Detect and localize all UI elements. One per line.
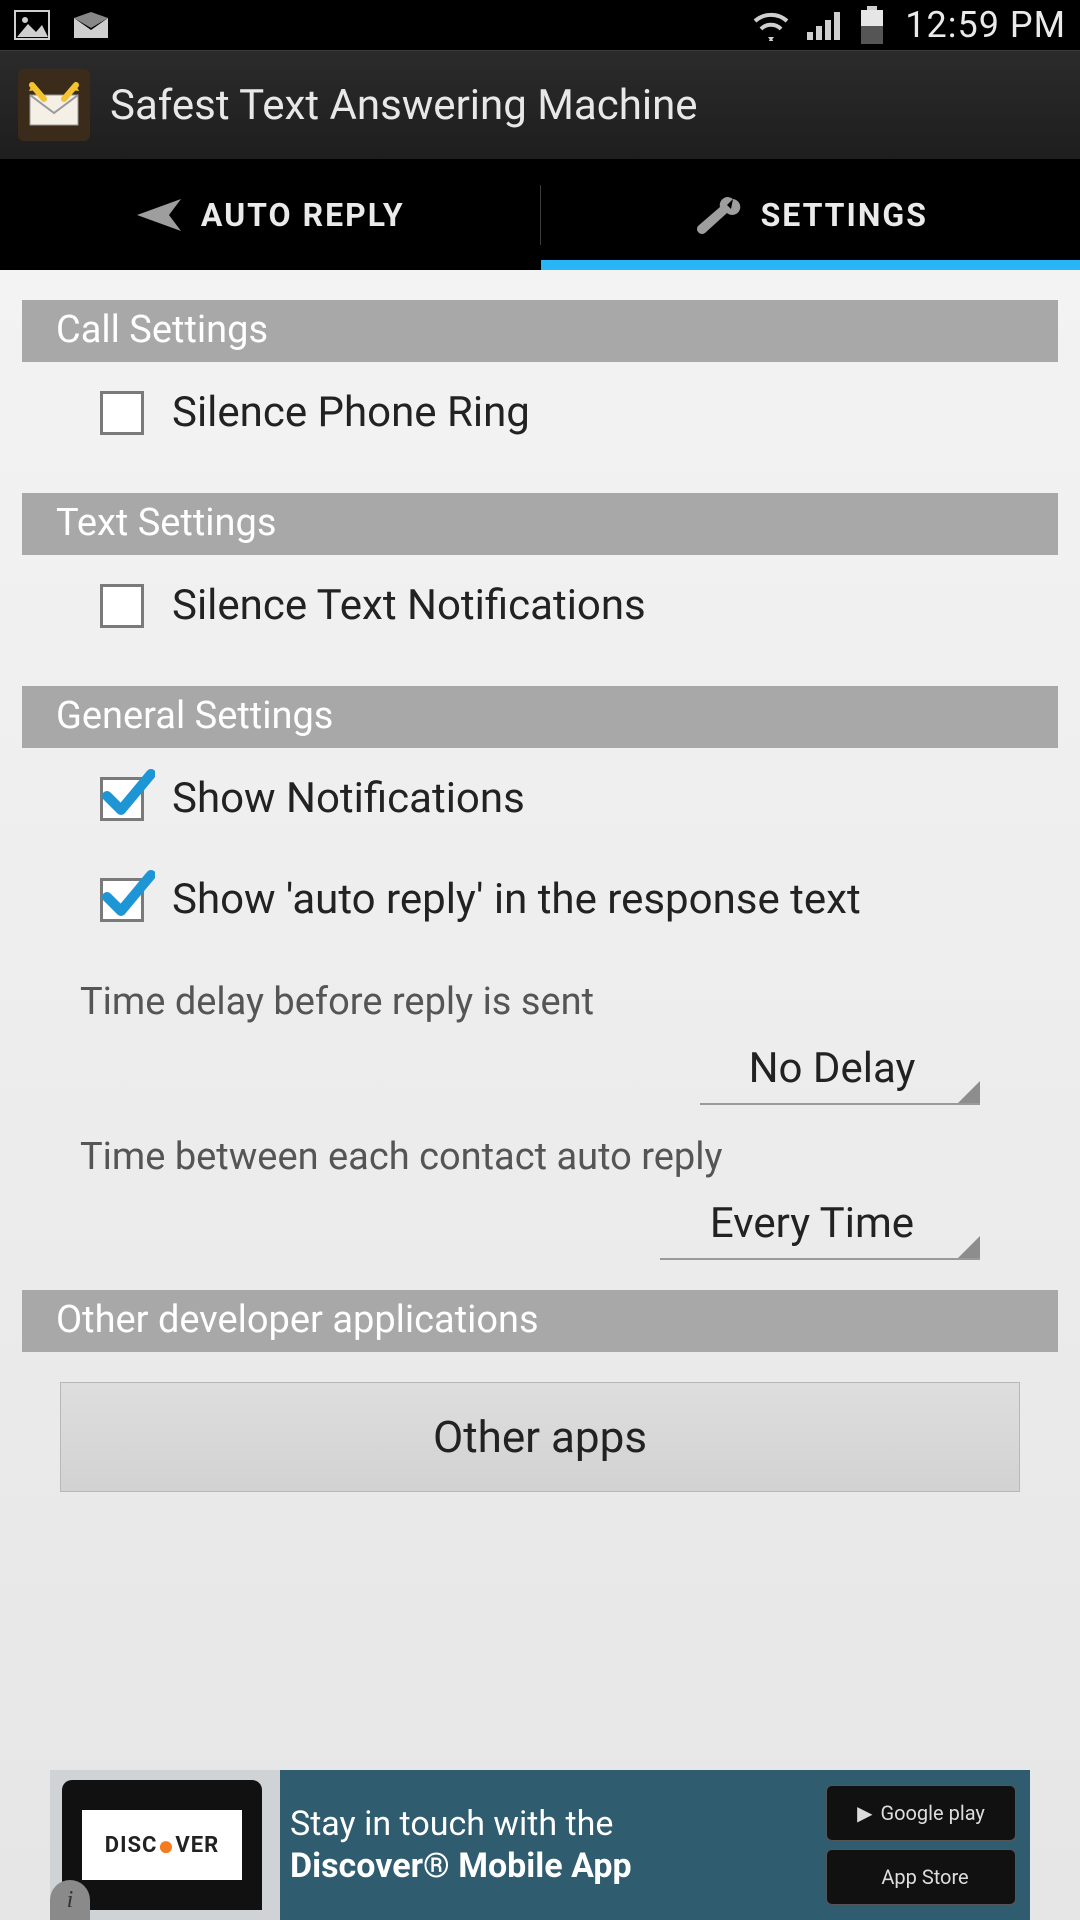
row-label: Silence Text Notifications [172, 581, 646, 630]
spinner-time-delay[interactable]: No Delay [700, 1038, 980, 1105]
action-bar: Safest Text Answering Machine [0, 50, 1080, 160]
ad-info-icon[interactable]: i [50, 1880, 90, 1920]
ad-phone-graphic: DISC●VER [62, 1780, 262, 1910]
row-show-auto-reply-in-response[interactable]: Show 'auto reply' in the response text [0, 849, 1080, 950]
ad-store-badges: ▶ Google play App Store [826, 1785, 1030, 1905]
app-title: Safest Text Answering Machine [110, 81, 698, 130]
badge-label: Google play [881, 1801, 985, 1825]
signal-icon [807, 10, 843, 40]
ad-line2: Discover® Mobile App [290, 1845, 826, 1888]
play-icon: ▶ [857, 1801, 872, 1825]
badge-label: App Store [881, 1865, 968, 1889]
ad-line1: Stay in touch with the [290, 1803, 826, 1846]
checkbox-silence-phone-ring[interactable] [100, 391, 144, 435]
wrench-icon [693, 193, 743, 237]
checkbox-show-notifications[interactable] [100, 777, 144, 821]
spinner-value: No Delay [749, 1044, 916, 1093]
spinner-time-between[interactable]: Every Time [660, 1193, 980, 1260]
row-show-notifications[interactable]: Show Notifications [0, 748, 1080, 849]
app-icon [18, 69, 90, 141]
tab-label: SETTINGS [761, 196, 928, 234]
wifi-icon [751, 9, 791, 41]
mail-icon [72, 10, 110, 40]
gallery-icon [14, 10, 50, 40]
row-label: Show Notifications [172, 774, 525, 823]
battery-icon [859, 6, 885, 44]
status-bar: 12:59 PM [0, 0, 1080, 50]
send-icon [135, 195, 183, 235]
section-general-settings: General Settings [22, 686, 1058, 748]
section-text-settings: Text Settings [22, 493, 1058, 555]
spinner-value: Every Time [710, 1199, 914, 1248]
row-label: Show 'auto reply' in the response text [172, 875, 861, 924]
tab-auto-reply[interactable]: AUTO REPLY [0, 160, 540, 270]
checkbox-silence-text-notifications[interactable] [100, 584, 144, 628]
tab-settings[interactable]: SETTINGS [541, 160, 1080, 270]
settings-content[interactable]: Call Settings Silence Phone Ring Text Se… [0, 270, 1080, 1920]
other-apps-button[interactable]: Other apps [60, 1382, 1020, 1492]
tab-bar: AUTO REPLY SETTINGS [0, 160, 1080, 270]
row-silence-text-notifications[interactable]: Silence Text Notifications [0, 555, 1080, 656]
row-silence-phone-ring[interactable]: Silence Phone Ring [0, 362, 1080, 463]
button-label: Other apps [433, 1411, 647, 1463]
google-play-badge[interactable]: ▶ Google play [826, 1785, 1016, 1841]
row-label: Silence Phone Ring [172, 388, 530, 437]
label-time-between: Time between each contact auto reply [0, 1105, 1080, 1193]
status-time: 12:59 PM [905, 4, 1066, 46]
label-time-delay: Time delay before reply is sent [0, 950, 1080, 1038]
app-store-badge[interactable]: App Store [826, 1849, 1016, 1905]
ad-text: Stay in touch with the Discover® Mobile … [262, 1803, 826, 1888]
tab-label: AUTO REPLY [201, 196, 405, 234]
ad-banner[interactable]: DISC●VER Stay in touch with the Discover… [50, 1770, 1030, 1920]
section-other-apps: Other developer applications [22, 1290, 1058, 1352]
ad-brand: DISC●VER [82, 1810, 242, 1880]
checkbox-show-auto-reply-in-response[interactable] [100, 878, 144, 922]
section-call-settings: Call Settings [22, 300, 1058, 362]
